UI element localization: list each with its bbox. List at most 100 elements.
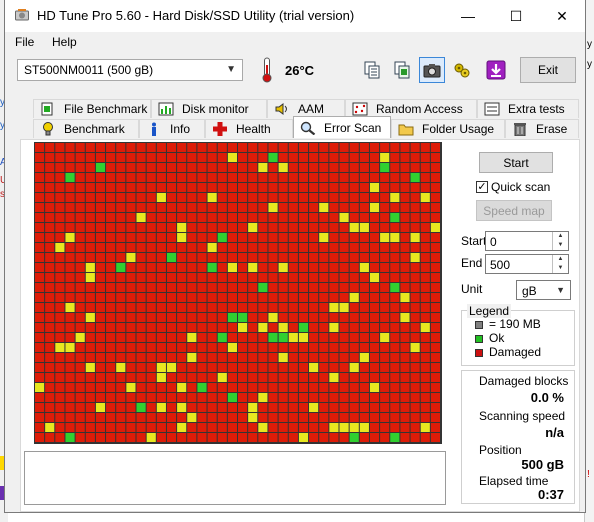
scan-block <box>106 183 116 192</box>
scan-block <box>146 243 156 252</box>
minimize-button[interactable]: — <box>445 0 491 32</box>
scan-block <box>430 413 440 422</box>
scan-block <box>258 283 268 292</box>
scan-block <box>329 233 339 242</box>
scan-block <box>217 353 227 362</box>
screenshot-button[interactable] <box>419 57 445 83</box>
options-button[interactable] <box>449 57 475 83</box>
scan-block <box>319 193 329 202</box>
scan-block <box>258 393 268 402</box>
scan-block <box>197 183 207 192</box>
scan-block <box>248 353 258 362</box>
scan-block <box>85 343 95 352</box>
title-bar[interactable]: HD Tune Pro 5.60 - Hard Disk/SSD Utility… <box>5 0 585 32</box>
scan-block <box>116 163 126 172</box>
scan-block <box>116 193 126 202</box>
scanning-speed-label: Scanning speed <box>479 409 566 423</box>
scan-block <box>309 413 319 422</box>
tab-extra-tests[interactable]: Extra tests <box>477 99 579 118</box>
scan-block <box>65 293 75 302</box>
copy-info-button[interactable] <box>389 57 415 83</box>
save-button[interactable] <box>483 57 509 83</box>
tab-health[interactable]: Health <box>205 119 293 138</box>
scan-block <box>177 303 187 312</box>
tab-benchmark[interactable]: Benchmark <box>33 119 139 138</box>
scan-block <box>126 363 136 372</box>
scan-block <box>166 433 177 442</box>
scan-block <box>227 283 237 292</box>
scan-block <box>207 313 217 322</box>
menu-file[interactable]: File <box>15 35 34 49</box>
scan-block <box>146 253 156 262</box>
scan-block <box>380 173 390 182</box>
scan-block <box>420 413 430 422</box>
tab-erase[interactable]: Erase <box>505 119 579 138</box>
scan-block <box>106 373 116 382</box>
exit-button[interactable]: Exit <box>520 57 576 83</box>
lightbulb-icon <box>43 122 53 136</box>
scan-log-box[interactable] <box>24 451 446 505</box>
scan-block <box>430 353 440 362</box>
scan-block <box>146 413 156 422</box>
scan-block <box>126 303 136 312</box>
scan-block <box>85 303 95 312</box>
scan-block <box>126 333 136 342</box>
scan-block <box>268 293 278 302</box>
close-button[interactable]: ✕ <box>539 0 585 32</box>
scan-block <box>420 363 430 372</box>
scan-block <box>126 223 136 232</box>
scan-block <box>380 153 390 162</box>
start-scan-button[interactable]: Start <box>479 152 553 173</box>
scan-block <box>187 323 197 332</box>
scan-block <box>75 253 85 262</box>
scan-block <box>126 183 136 192</box>
speed-map-button[interactable]: Speed map <box>476 200 552 221</box>
scan-block <box>359 423 369 432</box>
spin-arrows-icon[interactable]: ▲ ▼ <box>552 232 568 250</box>
scan-block <box>95 383 106 392</box>
chevron-down-icon: ▼ <box>556 285 565 295</box>
tab-file-benchmark[interactable]: File Benchmark <box>33 99 151 118</box>
scan-block <box>420 153 430 162</box>
scan-block <box>288 273 298 282</box>
unit-select[interactable]: gB ▼ <box>516 280 571 300</box>
scan-block <box>55 403 65 412</box>
tab-disk-monitor[interactable]: Disk monitor <box>151 99 267 118</box>
scan-block <box>430 143 440 152</box>
scan-block <box>35 323 45 332</box>
scan-block <box>187 363 197 372</box>
scan-block <box>136 403 146 412</box>
scan-block <box>410 263 420 272</box>
drive-select[interactable]: ST500NM0011 (500 gB) ▼ <box>17 59 243 81</box>
scan-block <box>116 433 126 442</box>
maximize-button[interactable]: ☐ <box>493 0 539 32</box>
scan-block <box>166 223 177 232</box>
scan-block <box>329 343 339 352</box>
scan-block <box>217 273 227 282</box>
scan-block <box>207 183 217 192</box>
scan-block <box>207 283 217 292</box>
end-input[interactable]: 500 ▲ ▼ <box>485 254 569 274</box>
start-field-label: Start <box>461 234 487 248</box>
scan-block <box>238 243 248 252</box>
start-input[interactable]: 0 ▲ ▼ <box>485 231 569 251</box>
menu-help[interactable]: Help <box>52 35 77 49</box>
scan-block <box>390 203 400 212</box>
scan-block <box>319 273 329 282</box>
scan-block <box>390 333 400 342</box>
spin-arrows-icon[interactable]: ▲ ▼ <box>552 255 568 273</box>
scan-block <box>116 203 126 212</box>
scan-block <box>227 373 237 382</box>
quick-scan-checkbox[interactable]: ✓ <box>476 181 488 193</box>
tab-folder-usage[interactable]: Folder Usage <box>391 119 505 138</box>
tab-error-scan[interactable]: Error Scan <box>293 116 391 138</box>
scan-block <box>136 323 146 332</box>
copy-text-button[interactable] <box>359 57 385 83</box>
scan-block <box>238 323 248 332</box>
tab-info[interactable]: Info <box>139 119 205 138</box>
scan-block <box>319 303 329 312</box>
scan-block <box>329 313 339 322</box>
scan-block <box>217 343 227 352</box>
scan-block <box>430 163 440 172</box>
scan-block <box>227 313 237 322</box>
